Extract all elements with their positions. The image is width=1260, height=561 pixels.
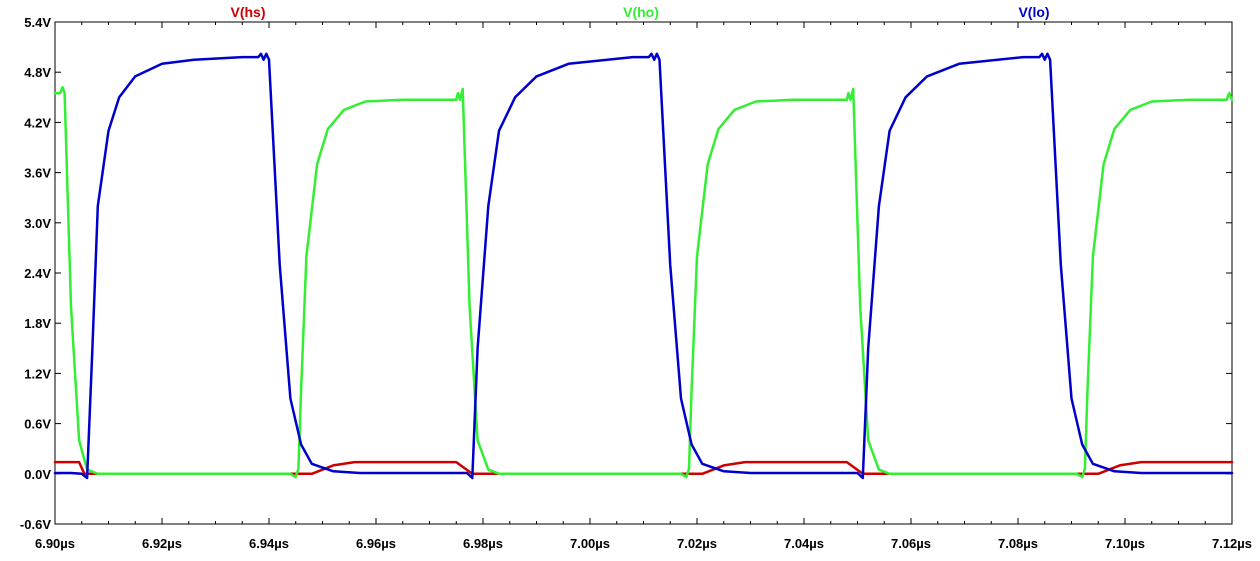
y-tick-label: 0.6V xyxy=(24,417,51,432)
x-tick-label: 7.08µs xyxy=(998,536,1038,551)
x-tick-label: 6.92µs xyxy=(142,536,182,551)
y-tick-label: 4.2V xyxy=(24,115,51,130)
y-tick-label: 1.8V xyxy=(24,316,51,331)
waveform-plot: V(hs) V(ho) V(lo) 6.90µs 6.92µs 6.94µs 6.96µs… xyxy=(0,0,1260,556)
y-tick-label: 1.2V xyxy=(24,366,51,381)
x-tick-label: 7.12µs xyxy=(1212,536,1252,551)
legend: V(hs) V(ho) V(lo) xyxy=(231,4,1050,20)
x-tick-label: 7.06µs xyxy=(891,536,931,551)
y-tick-label: -0.6V xyxy=(20,517,51,532)
x-tick-label: 6.98µs xyxy=(463,536,503,551)
y-tick-label: 4.8V xyxy=(24,65,51,80)
x-tick-label: 6.90µs xyxy=(35,536,75,551)
x-tick-label: 7.02µs xyxy=(677,536,717,551)
y-tick-label: 3.6V xyxy=(24,166,51,181)
x-tick-label: 6.94µs xyxy=(249,536,289,551)
x-tick-label: 6.96µs xyxy=(356,536,396,551)
y-tick-label: 0.0V xyxy=(24,467,51,482)
x-tick-label: 7.00µs xyxy=(570,536,610,551)
legend-label-vhs: V(hs) xyxy=(231,4,266,20)
waveform-chart: V(hs) V(ho) V(lo) 6.90µs 6.92µs 6.94µs 6.96µs… xyxy=(20,4,1252,551)
x-tick-label: 7.10µs xyxy=(1105,536,1145,551)
x-tick-label: 7.04µs xyxy=(784,536,824,551)
legend-label-vlo: V(lo) xyxy=(1018,4,1049,20)
y-tick-label: 5.4V xyxy=(24,15,51,30)
y-tick-label: 2.4V xyxy=(24,266,51,281)
y-tick-label: 3.0V xyxy=(24,216,51,231)
legend-label-vho: V(ho) xyxy=(623,4,659,20)
plot-area-frame xyxy=(54,21,1233,525)
